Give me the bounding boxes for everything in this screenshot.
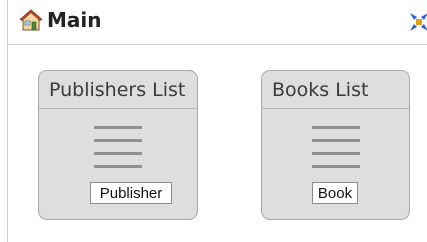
publisher-button[interactable]: Publisher [90, 182, 172, 204]
home-icon[interactable] [20, 9, 42, 31]
page-title: Main [47, 8, 102, 32]
page-header: Main [8, 0, 427, 45]
app-window: Main Publishers List Publisher Books Lis… [0, 0, 427, 242]
publishers-list-tile[interactable]: Publishers List Publisher [38, 70, 198, 220]
collapse-arrows-icon[interactable] [409, 12, 427, 32]
books-list-tile[interactable]: Books List Book [261, 70, 410, 220]
list-icon [94, 126, 142, 170]
tile-title: Publishers List [39, 71, 197, 109]
tile-title: Books List [262, 71, 409, 109]
list-icon [312, 126, 360, 170]
book-button[interactable]: Book [312, 182, 358, 204]
